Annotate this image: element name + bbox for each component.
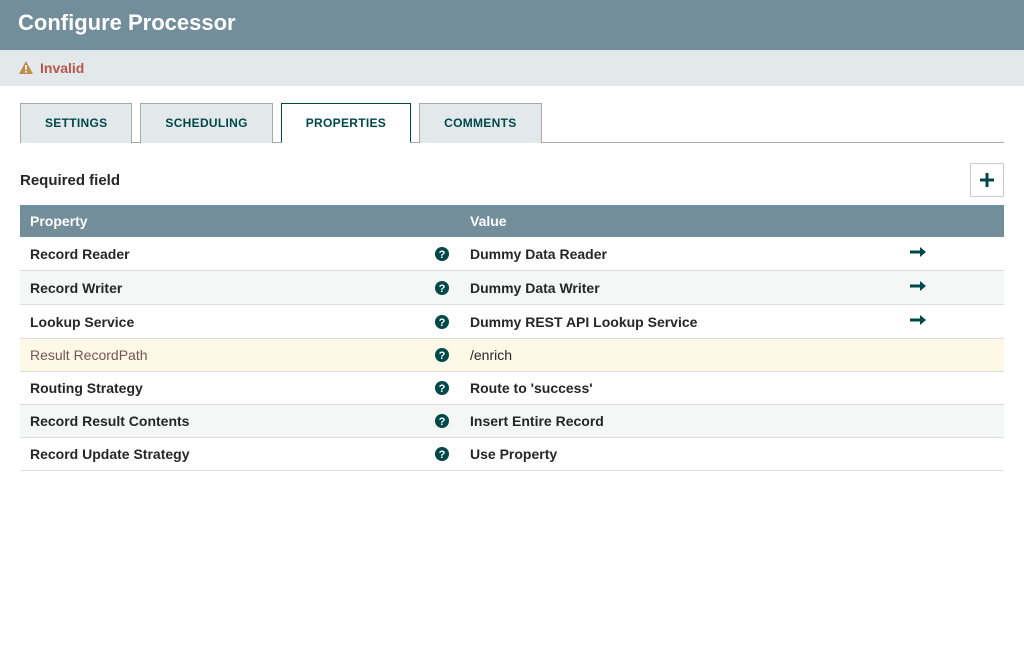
- content-area: SETTINGS SCHEDULING PROPERTIES COMMENTS …: [0, 86, 1024, 487]
- table-row[interactable]: Record Reader? Dummy Data Reader: [20, 237, 1004, 271]
- tab-properties[interactable]: PROPERTIES: [281, 103, 411, 143]
- help-icon[interactable]: ?: [434, 413, 450, 429]
- property-value: /enrich: [470, 347, 512, 363]
- property-cell: Record Update Strategy?: [20, 438, 460, 471]
- table-row[interactable]: Result RecordPath? /enrich: [20, 339, 1004, 372]
- value-cell[interactable]: Insert Entire Record: [460, 405, 899, 438]
- value-cell[interactable]: /enrich: [460, 339, 899, 372]
- value-cell[interactable]: Dummy Data Reader: [460, 237, 899, 271]
- goto-service-icon[interactable]: [909, 279, 927, 293]
- value-cell[interactable]: Use Property: [460, 438, 899, 471]
- table-row[interactable]: Routing Strategy? Route to 'success': [20, 372, 1004, 405]
- svg-text:?: ?: [439, 383, 446, 395]
- property-value: Insert Entire Record: [470, 413, 604, 429]
- table-row[interactable]: Record Writer? Dummy Data Writer: [20, 271, 1004, 305]
- property-cell: Routing Strategy?: [20, 372, 460, 405]
- tab-settings[interactable]: SETTINGS: [20, 103, 132, 143]
- svg-text:?: ?: [439, 249, 446, 261]
- property-cell: Result RecordPath?: [20, 339, 460, 372]
- add-property-button[interactable]: [970, 163, 1004, 197]
- property-name: Record Reader: [30, 246, 130, 262]
- required-field-label: Required field: [20, 172, 120, 189]
- action-cell: [899, 405, 1004, 438]
- property-cell: Record Result Contents?: [20, 405, 460, 438]
- dialog-header: Configure Processor: [0, 0, 1024, 50]
- goto-service-icon[interactable]: [909, 245, 927, 259]
- action-cell: [899, 372, 1004, 405]
- warning-icon: [18, 60, 34, 76]
- value-cell[interactable]: Dummy Data Writer: [460, 271, 899, 305]
- status-text: Invalid: [40, 60, 84, 76]
- action-cell: [899, 339, 1004, 372]
- property-name: Record Result Contents: [30, 413, 189, 429]
- action-cell: [899, 237, 1004, 271]
- column-header-property: Property: [20, 205, 460, 237]
- property-name: Record Writer: [30, 280, 122, 296]
- property-name: Record Update Strategy: [30, 446, 189, 462]
- status-bar: Invalid: [0, 50, 1024, 86]
- help-icon[interactable]: ?: [434, 280, 450, 296]
- help-icon[interactable]: ?: [434, 380, 450, 396]
- action-cell: [899, 438, 1004, 471]
- property-name: Result RecordPath: [30, 347, 148, 363]
- goto-service-icon[interactable]: [909, 313, 927, 327]
- property-cell: Record Writer?: [20, 271, 460, 305]
- help-icon[interactable]: ?: [434, 347, 450, 363]
- property-value: Dummy Data Writer: [470, 280, 600, 296]
- action-cell: [899, 305, 1004, 339]
- dialog-title: Configure Processor: [18, 10, 1006, 36]
- tabs: SETTINGS SCHEDULING PROPERTIES COMMENTS: [20, 102, 1004, 143]
- table-row[interactable]: Record Update Strategy? Use Property: [20, 438, 1004, 471]
- properties-table: Property Value Record Reader? Dummy Data …: [20, 205, 1004, 471]
- action-cell: [899, 271, 1004, 305]
- property-value: Dummy REST API Lookup Service: [470, 314, 697, 330]
- property-value: Route to 'success': [470, 380, 593, 396]
- section-header: Required field: [20, 163, 1004, 197]
- table-row[interactable]: Record Result Contents? Insert Entire Rec…: [20, 405, 1004, 438]
- table-row[interactable]: Lookup Service? Dummy REST API Lookup Ser…: [20, 305, 1004, 339]
- column-header-value: Value: [460, 205, 899, 237]
- tab-scheduling[interactable]: SCHEDULING: [140, 103, 272, 143]
- svg-text:?: ?: [439, 317, 446, 329]
- property-value: Use Property: [470, 446, 557, 462]
- property-name: Routing Strategy: [30, 380, 143, 396]
- property-value: Dummy Data Reader: [470, 246, 607, 262]
- svg-text:?: ?: [439, 449, 446, 461]
- svg-text:?: ?: [439, 416, 446, 428]
- property-cell: Record Reader?: [20, 237, 460, 271]
- help-icon[interactable]: ?: [434, 446, 450, 462]
- help-icon[interactable]: ?: [434, 246, 450, 262]
- value-cell[interactable]: Dummy REST API Lookup Service: [460, 305, 899, 339]
- property-cell: Lookup Service?: [20, 305, 460, 339]
- property-name: Lookup Service: [30, 314, 134, 330]
- svg-text:?: ?: [439, 283, 446, 295]
- help-icon[interactable]: ?: [434, 314, 450, 330]
- tab-comments[interactable]: COMMENTS: [419, 103, 541, 143]
- value-cell[interactable]: Route to 'success': [460, 372, 899, 405]
- column-header-actions: [899, 205, 1004, 237]
- svg-text:?: ?: [439, 350, 446, 362]
